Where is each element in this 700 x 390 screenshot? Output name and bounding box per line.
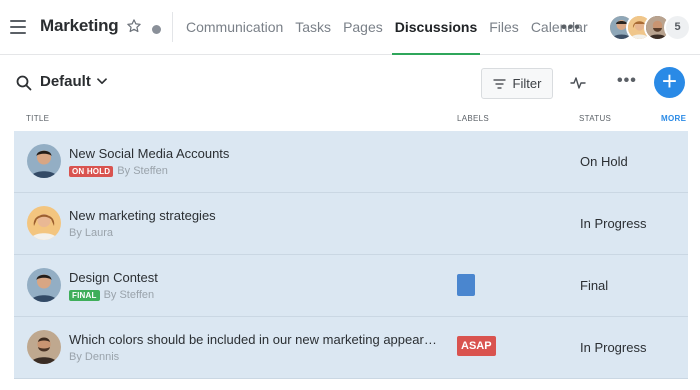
label-badge-asap: ASAP	[457, 336, 496, 356]
table-row[interactable]: New marketing strategies By Laura In Pro…	[14, 193, 688, 255]
hamburger-menu-icon[interactable]	[10, 20, 26, 34]
list-toolbar: Default Filter ••• +	[0, 55, 700, 111]
filter-button[interactable]: Filter	[481, 68, 553, 99]
tab-tasks[interactable]: Tasks	[295, 0, 331, 55]
top-bar: Marketing Communication Tasks Pages Disc…	[0, 0, 700, 55]
author-name: By Laura	[69, 227, 114, 239]
status-badge: ON HOLD	[69, 165, 114, 177]
author-avatar	[27, 144, 61, 178]
author-avatar	[27, 330, 61, 364]
filter-button-label: Filter	[512, 76, 542, 91]
column-header-status[interactable]: STATUS	[579, 114, 611, 123]
label-cell[interactable]	[457, 274, 475, 296]
table-header: TITLE LABELS STATUS MORE	[14, 111, 688, 131]
member-count-badge[interactable]: 5	[664, 14, 691, 41]
status-cell[interactable]: In Progress	[580, 216, 646, 231]
more-tabs-icon[interactable]: •••	[561, 19, 581, 37]
more-options-icon[interactable]: •••	[617, 72, 637, 90]
author-name: By Steffen	[117, 165, 168, 177]
status-cell[interactable]: On Hold	[580, 154, 628, 169]
divider	[172, 12, 173, 42]
table-row[interactable]: Design Contest FINAL By Steffen Final	[14, 255, 688, 317]
chevron-down-icon	[96, 78, 107, 85]
status-cell[interactable]: In Progress	[580, 340, 646, 355]
project-tabs: Communication Tasks Pages Discussions Fi…	[186, 0, 600, 55]
search-icon[interactable]	[16, 75, 32, 91]
project-status-dot[interactable]	[152, 25, 161, 34]
label-color-swatch	[457, 274, 475, 296]
discussion-meta: ON HOLD By Steffen	[69, 165, 168, 177]
tab-discussions[interactable]: Discussions	[391, 0, 481, 55]
activity-icon[interactable]	[570, 75, 586, 91]
view-selector[interactable]: Default	[40, 73, 107, 90]
project-title: Marketing	[40, 16, 119, 35]
status-badge: FINAL	[69, 289, 100, 301]
label-cell[interactable]: ASAP	[457, 336, 496, 356]
filter-icon	[493, 78, 506, 89]
discussion-title[interactable]: Which colors should be included in our n…	[69, 332, 441, 347]
discussion-meta: By Dennis	[69, 351, 119, 363]
author-avatar	[27, 268, 61, 302]
author-name: By Steffen	[103, 289, 155, 301]
status-cell[interactable]: Final	[580, 278, 608, 293]
table-row[interactable]: Which colors should be included in our n…	[14, 317, 688, 379]
discussion-list: New Social Media Accounts ON HOLD By Ste…	[14, 131, 688, 379]
column-header-title[interactable]: TITLE	[26, 114, 49, 123]
table-row[interactable]: New Social Media Accounts ON HOLD By Ste…	[14, 131, 688, 193]
view-selector-label: Default	[40, 73, 91, 90]
author-avatar	[27, 206, 61, 240]
author-name: By Dennis	[69, 351, 120, 363]
tab-files[interactable]: Files	[489, 0, 519, 55]
column-header-labels[interactable]: LABELS	[457, 114, 489, 123]
star-icon[interactable]	[126, 18, 142, 34]
add-discussion-button[interactable]: +	[654, 67, 685, 98]
discussion-title[interactable]: New marketing strategies	[69, 208, 441, 223]
discussion-title[interactable]: New Social Media Accounts	[69, 146, 441, 161]
discussion-title[interactable]: Design Contest	[69, 270, 441, 285]
more-columns-link[interactable]: MORE	[661, 114, 686, 123]
tab-pages[interactable]: Pages	[343, 0, 383, 55]
discussion-meta: By Laura	[69, 227, 113, 239]
tab-communication[interactable]: Communication	[186, 0, 283, 55]
discussion-meta: FINAL By Steffen	[69, 289, 154, 301]
